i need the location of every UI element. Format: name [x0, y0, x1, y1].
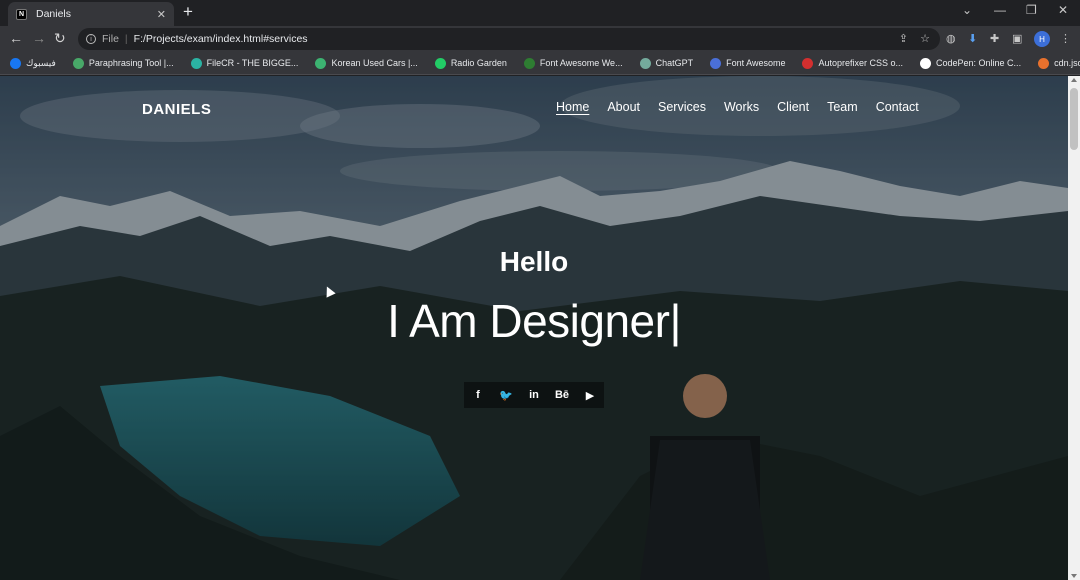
bookmark-item[interactable]: cdn.jsdelivr.net/np...: [1038, 57, 1080, 69]
side-panel-icon[interactable]: ▣: [1012, 32, 1022, 45]
typed-text: I Am Designer: [387, 295, 670, 347]
bookmark-label: فيسبوك: [26, 57, 56, 68]
bookmark-label: ChatGPT: [655, 58, 694, 68]
browser-toolbar: ← → ↻ i File | F:/Projects/exam/index.ht…: [0, 26, 1080, 52]
tab-close-icon[interactable]: ✕: [157, 8, 166, 21]
bookmark-label: Autoprefixer CSS o...: [818, 58, 904, 68]
tab-bar: N Daniels ✕ + ⌄ — ❐ ✕: [0, 0, 1080, 26]
extension-globe-icon[interactable]: ◍: [946, 32, 956, 45]
nav-link-contact[interactable]: Contact: [876, 100, 919, 114]
bookmark-favicon-icon: [710, 57, 722, 69]
bookmark-item[interactable]: Autoprefixer CSS o...: [802, 57, 904, 69]
bookmark-favicon-icon: [802, 57, 814, 69]
nav-link-team[interactable]: Team: [827, 100, 858, 114]
social-links: f 🐦 in Bē ▶: [464, 382, 604, 408]
scroll-down-icon[interactable]: [1071, 574, 1077, 578]
bookmark-label: FileCR - THE BIGGE...: [206, 58, 299, 68]
tab-favicon-icon: N: [16, 8, 27, 20]
youtube-icon[interactable]: ▶: [576, 382, 604, 408]
bookmark-label: Font Awesome: [726, 58, 786, 68]
bookmark-favicon-icon: [10, 57, 21, 69]
typing-caret: |: [669, 295, 681, 347]
back-icon[interactable]: ←: [9, 30, 23, 46]
bookmark-star-icon[interactable]: ☆: [920, 32, 930, 45]
tab-search-icon[interactable]: ⌄: [962, 3, 972, 17]
bookmark-item[interactable]: Radio Garden: [434, 57, 507, 69]
bookmark-favicon-icon: [639, 57, 651, 69]
close-window-icon[interactable]: ✕: [1058, 3, 1068, 17]
new-tab-button[interactable]: +: [183, 3, 193, 21]
nav-link-home[interactable]: Home: [556, 100, 589, 114]
nav-link-services[interactable]: Services: [658, 100, 706, 114]
bookmark-item[interactable]: Font Awesome We...: [523, 57, 623, 69]
bookmark-label: Radio Garden: [450, 58, 507, 68]
bookmark-label: Font Awesome We...: [539, 58, 623, 68]
site-info-icon[interactable]: i: [86, 34, 96, 44]
nav-link-about[interactable]: About: [607, 100, 640, 114]
facebook-icon[interactable]: f: [464, 382, 492, 408]
address-url[interactable]: F:/Projects/exam/index.html#services: [134, 33, 308, 45]
linkedin-icon[interactable]: in: [520, 382, 548, 408]
bookmark-label: cdn.jsdelivr.net/np...: [1054, 58, 1080, 68]
hero-tagline: I Am Designer|: [0, 294, 1068, 348]
share-icon[interactable]: ⇪: [899, 32, 908, 45]
bookmark-label: Paraphrasing Tool |...: [88, 58, 174, 68]
bookmark-favicon-icon: [434, 57, 446, 69]
bookmark-favicon-icon: [72, 57, 84, 69]
bookmark-item[interactable]: CodePen: Online C...: [920, 57, 1022, 69]
profile-avatar[interactable]: H: [1034, 31, 1050, 47]
behance-icon[interactable]: Bē: [548, 382, 576, 408]
nav-link-works[interactable]: Works: [724, 100, 759, 114]
reload-icon[interactable]: ↻: [54, 30, 66, 47]
page-viewport: DANIELS Home About Services Works Client Team…: [0, 76, 1068, 580]
menu-kebab-icon[interactable]: ⋮: [1060, 32, 1071, 45]
scroll-up-icon[interactable]: [1071, 78, 1077, 82]
tab-title: Daniels: [36, 8, 72, 20]
bookmarks-bar: فيسبوك Paraphrasing Tool |... FileCR - THE…: [0, 52, 1080, 75]
restore-icon[interactable]: ❐: [1026, 3, 1037, 17]
bookmark-item[interactable]: ChatGPT: [639, 57, 694, 69]
bookmark-item[interactable]: Korean Used Cars |...: [315, 57, 418, 69]
bookmark-favicon-icon: [315, 57, 327, 69]
address-separator: |: [124, 33, 128, 45]
bookmark-item[interactable]: Paraphrasing Tool |...: [72, 57, 174, 69]
extensions-puzzle-icon[interactable]: ✚: [990, 32, 999, 45]
scroll-thumb[interactable]: [1070, 88, 1078, 150]
bookmark-favicon-icon: [523, 57, 535, 69]
page-scrollbar[interactable]: [1068, 76, 1080, 580]
site-logo[interactable]: DANIELS: [142, 101, 211, 118]
twitter-icon[interactable]: 🐦: [492, 382, 520, 408]
bookmark-favicon-icon: [920, 57, 932, 69]
bookmark-item[interactable]: FileCR - THE BIGGE...: [190, 57, 299, 69]
bookmark-item[interactable]: Font Awesome: [710, 57, 786, 69]
address-scheme: File: [102, 33, 119, 45]
browser-tab[interactable]: N Daniels ✕: [8, 2, 174, 26]
bookmark-label: Korean Used Cars |...: [331, 58, 418, 68]
download-icon[interactable]: ⬇: [968, 32, 977, 45]
address-bar[interactable]: i File | F:/Projects/exam/index.html#ser…: [78, 28, 940, 50]
bookmark-favicon-icon: [1038, 57, 1050, 69]
forward-icon[interactable]: →: [32, 30, 46, 46]
nav-link-client[interactable]: Client: [777, 100, 809, 114]
bookmark-item[interactable]: فيسبوك: [10, 57, 56, 69]
bookmark-favicon-icon: [190, 57, 202, 69]
bookmark-label: CodePen: Online C...: [936, 58, 1022, 68]
minimize-icon[interactable]: —: [994, 3, 1006, 17]
hero-greeting: Hello: [499, 246, 569, 277]
main-nav: Home About Services Works Client Team Contact: [556, 100, 937, 114]
